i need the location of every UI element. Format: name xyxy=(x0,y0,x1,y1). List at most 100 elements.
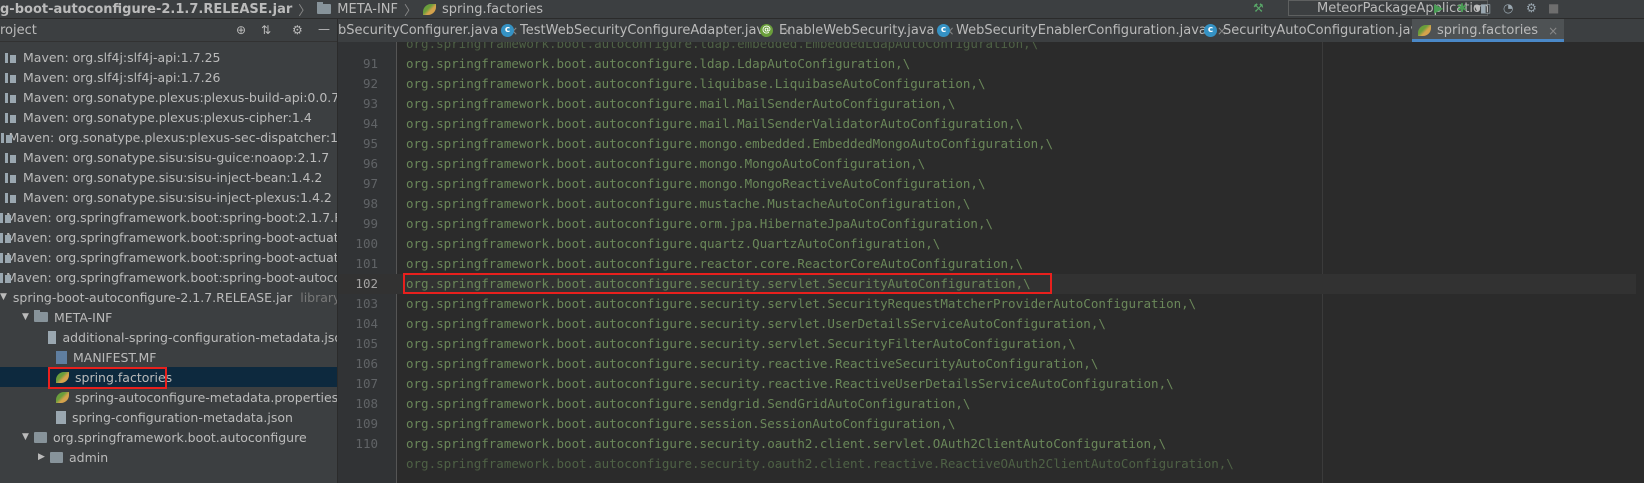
code-line[interactable]: 92 org.springframework.boot.autoconfigure… xyxy=(338,74,1644,94)
code-line[interactable]: 103 org.springframework.boot.autoconfigur… xyxy=(338,294,1644,314)
tree-item[interactable]: Maven: org.sonatype.sisu:sisu-guice:noao… xyxy=(0,147,350,167)
tree-item-label: spring-autoconfigure-metadata.properties xyxy=(75,389,339,405)
package-icon xyxy=(50,451,63,463)
tree-item-file[interactable]: additional-spring-configuration-metadata… xyxy=(0,327,350,347)
code-line[interactable]: org.springframework.boot.autoconfigure.s… xyxy=(338,454,1644,474)
code-line[interactable]: 105 org.springframework.boot.autoconfigur… xyxy=(338,334,1644,354)
stop-icon[interactable]: ■ xyxy=(1548,1,1559,15)
library-icon xyxy=(5,172,17,183)
line-number: 93 xyxy=(362,96,378,111)
line-number: 108 xyxy=(355,396,378,411)
code-line[interactable]: 100 org.springframework.boot.autoconfigur… xyxy=(338,234,1644,254)
tree-item[interactable]: Maven: org.springframework.boot:spring-b… xyxy=(0,267,350,287)
library-icon xyxy=(5,52,17,63)
tree-item[interactable]: Maven: org.springframework.boot:spring-b… xyxy=(0,247,350,267)
code-text: org.springframework.boot.autoconfigure.r… xyxy=(406,256,1024,271)
breadcrumb-file[interactable]: spring.factories xyxy=(442,2,543,17)
code-line[interactable]: 99 org.springframework.boot.autoconfigure… xyxy=(338,214,1644,234)
line-number: 102 xyxy=(355,276,378,291)
gear-icon[interactable]: ⚙ xyxy=(292,23,303,37)
library-icon xyxy=(5,72,17,83)
code-line[interactable]: 109 org.springframework.boot.autoconfigur… xyxy=(338,414,1644,434)
code-text: org.springframework.boot.autoconfigure.l… xyxy=(406,56,911,71)
library-icon xyxy=(5,92,17,103)
breadcrumb-folder[interactable]: META-INF xyxy=(337,2,398,17)
debug-icon[interactable]: ✱ xyxy=(1457,1,1467,15)
tree-item[interactable]: Maven: org.springframework.boot:spring-b… xyxy=(0,227,350,247)
tree-item[interactable]: Maven: org.slf4j:slf4j-api:1.7.26 xyxy=(0,67,350,87)
tree-item-label: admin xyxy=(69,449,109,465)
tree-item[interactable]: Maven: org.sonatype.sisu:sisu-inject-ple… xyxy=(0,187,350,207)
code-text: org.springframework.boot.autoconfigure.s… xyxy=(406,316,1106,331)
tree-item[interactable]: Maven: org.sonatype.plexus:plexus-cipher… xyxy=(0,107,350,127)
code-text: org.springframework.boot.autoconfigure.s… xyxy=(406,296,1197,311)
code-line[interactable]: 106 org.springframework.boot.autoconfigur… xyxy=(338,354,1644,374)
breadcrumb-jar[interactable]: g-boot-autoconfigure-2.1.7.RELEASE.jar xyxy=(0,2,292,17)
line-number: 106 xyxy=(355,356,378,371)
code-line[interactable]: 98 org.springframework.boot.autoconfigure… xyxy=(338,194,1644,214)
locate-icon[interactable]: ⊕ xyxy=(236,23,246,37)
spring-leaf-icon xyxy=(56,391,69,403)
code-editor[interactable]: org.springframework.boot.autoconfigure.l… xyxy=(338,42,1644,483)
code-text: org.springframework.boot.autoconfigure.m… xyxy=(406,196,971,211)
project-panel-title[interactable]: roject xyxy=(0,23,37,38)
code-line[interactable]: 95 org.springframework.boot.autoconfigure… xyxy=(338,134,1644,154)
tab-label: EnableWebSecurity.java xyxy=(779,23,935,38)
navigation-bar: g-boot-autoconfigure-2.1.7.RELEASE.jar 〉… xyxy=(0,0,1644,19)
hide-icon[interactable]: — xyxy=(318,22,330,36)
tree-item[interactable]: Maven: org.sonatype.plexus:plexus-sec-di… xyxy=(0,127,350,147)
tree-item-package[interactable]: ▼ org.springframework.boot.autoconfigure xyxy=(0,427,350,447)
tree-item[interactable]: Maven: org.slf4j:slf4j-api:1.7.25 xyxy=(0,47,350,67)
code-line[interactable]: 107 org.springframework.boot.autoconfigur… xyxy=(338,374,1644,394)
expand-triangle-icon[interactable]: ▶ xyxy=(38,452,50,462)
tree-item-meta-inf[interactable]: ▼ META-INF xyxy=(0,307,350,327)
tab-label: WebSecurityEnablerConfiguration.java xyxy=(956,23,1207,38)
run-icon[interactable]: ▶ xyxy=(1434,1,1443,15)
build-icon[interactable]: ⚙ xyxy=(1526,1,1537,15)
tree-item-file[interactable]: MANIFEST.MF xyxy=(0,347,350,367)
tree-item[interactable]: Maven: org.sonatype.plexus:plexus-build-… xyxy=(0,87,350,107)
tab-security-auto-configuration[interactable]: cSecurityAutoConfiguration.java× xyxy=(1204,19,1446,42)
code-line[interactable]: 91 org.springframework.boot.autoconfigure… xyxy=(338,54,1644,74)
vertical-scrollbar[interactable] xyxy=(1636,42,1644,483)
tree-item-package[interactable]: ▶ admin xyxy=(0,447,350,467)
expand-triangle-icon[interactable]: ▼ xyxy=(0,292,7,302)
profile-icon[interactable]: ◔ xyxy=(1503,1,1513,15)
code-text: org.springframework.boot.autoconfigure.q… xyxy=(406,236,941,251)
tree-item-jar[interactable]: ▼ spring-boot-autoconfigure-2.1.7.RELEASE… xyxy=(0,287,350,307)
close-icon[interactable]: × xyxy=(1548,24,1558,38)
tab-web-security-enabler[interactable]: c WebSecurityEnablerConfiguration.java × xyxy=(937,19,1227,42)
tab-spring-factories[interactable]: spring.factories × xyxy=(1412,19,1565,42)
expand-triangle-icon[interactable]: ▼ xyxy=(22,312,34,322)
tree-item[interactable]: Maven: org.springframework.boot:spring-b… xyxy=(0,207,350,227)
tab-test-web-security[interactable]: c TestWebSecurityConfigureAdapter.java × xyxy=(501,19,792,42)
tree-item-file[interactable]: spring-configuration-metadata.json xyxy=(0,407,350,427)
json-file-icon xyxy=(56,410,66,424)
code-line[interactable]: 93 org.springframework.boot.autoconfigure… xyxy=(338,94,1644,114)
code-text: org.springframework.boot.autoconfigure.s… xyxy=(406,436,1167,451)
line-number: 100 xyxy=(355,236,378,251)
code-line[interactable]: org.springframework.boot.autoconfigure.l… xyxy=(338,42,1644,54)
collapse-all-icon[interactable]: ⇅ xyxy=(261,23,271,37)
line-number: 96 xyxy=(362,156,378,171)
tab-web-security-configurer[interactable]: bSecurityConfigurer.java× xyxy=(338,19,518,42)
tree-item[interactable]: Maven: org.sonatype.sisu:sisu-inject-bea… xyxy=(0,167,350,187)
code-line[interactable]: 108 org.springframework.boot.autoconfigur… xyxy=(338,394,1644,414)
code-line[interactable]: 97 org.springframework.boot.autoconfigure… xyxy=(338,174,1644,194)
tab-enable-web-security[interactable]: @EnableWebSecurity.java× xyxy=(760,19,955,42)
project-tree: Maven: org.slf4j:slf4j-api:1.7.25 Maven:… xyxy=(0,42,350,483)
coverage-icon[interactable]: ◧ xyxy=(1480,1,1491,15)
code-line[interactable]: 94 org.springframework.boot.autoconfigure… xyxy=(338,114,1644,134)
code-line[interactable]: 101 org.springframework.boot.autoconfigur… xyxy=(338,254,1644,274)
tree-item-label: org.springframework.boot.autoconfigure xyxy=(53,429,307,445)
package-icon xyxy=(34,431,47,443)
code-line[interactable]: 110 org.springframework.boot.autoconfigur… xyxy=(338,434,1644,454)
expand-triangle-icon[interactable]: ▼ xyxy=(22,432,34,442)
code-line[interactable]: 96 org.springframework.boot.autoconfigure… xyxy=(338,154,1644,174)
code-line[interactable]: 104 org.springframework.boot.autoconfigur… xyxy=(338,314,1644,334)
tab-label: TestWebSecurityConfigureAdapter.java xyxy=(520,23,773,38)
hammer-icon[interactable]: ⚒ xyxy=(1253,1,1264,15)
class-icon: c xyxy=(937,24,950,37)
folder-icon xyxy=(317,2,332,14)
tree-item-file[interactable]: spring-autoconfigure-metadata.properties xyxy=(0,387,350,407)
